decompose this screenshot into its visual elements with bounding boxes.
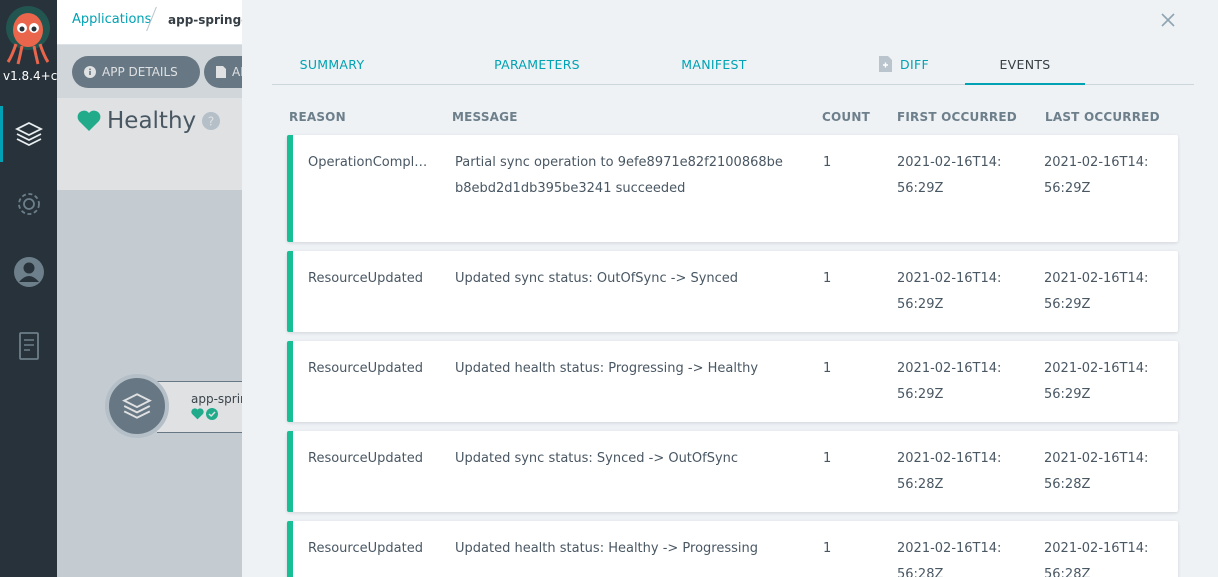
event-message: Updated sync status: Synced -> OutOfSync bbox=[455, 451, 739, 466]
file-diff-icon bbox=[879, 56, 893, 72]
event-message: Partial sync operation to 9efe8971e82f21… bbox=[455, 155, 783, 196]
nav-applications[interactable] bbox=[0, 106, 57, 162]
event-last-occurred: 2021-02-16T14:56:29Z bbox=[1044, 361, 1149, 402]
argo-logo[interactable] bbox=[4, 4, 52, 66]
event-last-occurred: 2021-02-16T14:56:28Z bbox=[1044, 451, 1149, 492]
gear-icon bbox=[17, 193, 40, 215]
nav-settings[interactable] bbox=[0, 176, 57, 232]
close-icon bbox=[1161, 13, 1175, 27]
event-first-occurred: 2021-02-16T14:56:29Z bbox=[897, 155, 1002, 196]
tab-diff[interactable]: DIFF bbox=[844, 44, 964, 84]
event-first-occurred: 2021-02-16T14:56:29Z bbox=[897, 271, 1002, 312]
event-first-occurred: 2021-02-16T14:56:29Z bbox=[897, 361, 1002, 402]
tab-parameters[interactable]: PARAMETERS bbox=[477, 44, 597, 84]
event-row[interactable]: ResourceUpdated Updated health status: H… bbox=[287, 521, 1178, 577]
nav-docs[interactable] bbox=[0, 318, 57, 374]
tab-diff-label: DIFF bbox=[900, 56, 929, 72]
event-last-occurred: 2021-02-16T14:56:29Z bbox=[1044, 271, 1149, 312]
event-count: 1 bbox=[823, 271, 832, 286]
tab-parameters-label: PARAMETERS bbox=[494, 56, 580, 72]
event-first-occurred: 2021-02-16T14:56:28Z bbox=[897, 451, 1002, 492]
close-button[interactable] bbox=[1158, 10, 1178, 30]
event-row[interactable]: ResourceUpdated Updated health status: P… bbox=[287, 341, 1178, 422]
col-header-message: MESSAGE bbox=[452, 110, 518, 124]
col-header-last-occurred: LAST OCCURRED bbox=[1045, 110, 1160, 124]
event-last-occurred: 2021-02-16T14:56:28Z bbox=[1044, 541, 1149, 577]
tab-manifest-label: MANIFEST bbox=[681, 56, 747, 72]
event-message: Updated health status: Healthy -> Progre… bbox=[455, 541, 759, 556]
col-header-reason: REASON bbox=[289, 110, 346, 124]
tab-events[interactable]: EVENTS bbox=[965, 44, 1085, 85]
breadcrumb-applications[interactable]: Applications bbox=[72, 12, 151, 27]
event-row[interactable]: OperationCompleted Partial sync operatio… bbox=[287, 135, 1178, 242]
event-count: 1 bbox=[823, 451, 832, 466]
tab-manifest[interactable]: MANIFEST bbox=[654, 44, 774, 84]
panel-tabs: SUMMARY PARAMETERS MANIFEST DIFF EVENTS bbox=[272, 44, 1194, 85]
event-reason: ResourceUpdated bbox=[308, 541, 423, 556]
event-count: 1 bbox=[823, 541, 832, 556]
event-row[interactable]: ResourceUpdated Updated sync status: Out… bbox=[287, 251, 1178, 332]
col-header-first-occurred: FIRST OCCURRED bbox=[897, 110, 1017, 124]
event-reason: ResourceUpdated bbox=[308, 271, 423, 286]
user-icon bbox=[13, 257, 44, 287]
event-last-occurred: 2021-02-16T14:56:29Z bbox=[1044, 155, 1149, 196]
app-details-panel: SUMMARY PARAMETERS MANIFEST DIFF EVENTS … bbox=[242, 0, 1218, 577]
nav-user-info[interactable] bbox=[0, 244, 57, 300]
event-reason: ResourceUpdated bbox=[308, 361, 423, 376]
tab-summary-label: SUMMARY bbox=[299, 56, 365, 72]
event-first-occurred: 2021-02-16T14:56:28Z bbox=[897, 541, 1002, 577]
event-message: Updated sync status: OutOfSync -> Synced bbox=[455, 271, 739, 286]
tab-events-label: EVENTS bbox=[999, 56, 1051, 72]
event-count: 1 bbox=[823, 361, 832, 376]
tab-summary[interactable]: SUMMARY bbox=[272, 44, 392, 84]
event-reason: OperationCompleted bbox=[308, 155, 428, 170]
event-reason: ResourceUpdated bbox=[308, 451, 423, 466]
layers-icon bbox=[14, 121, 43, 147]
event-count: 1 bbox=[823, 155, 832, 170]
page-overlay[interactable] bbox=[57, 45, 242, 577]
book-icon bbox=[18, 332, 39, 360]
event-row[interactable]: ResourceUpdated Updated sync status: Syn… bbox=[287, 431, 1178, 512]
version-label: v1.8.4+c bbox=[3, 69, 57, 83]
left-nav: v1.8.4+c bbox=[0, 0, 57, 577]
col-header-count: COUNT bbox=[822, 110, 870, 124]
event-message: Updated health status: Progressing -> He… bbox=[455, 361, 759, 376]
